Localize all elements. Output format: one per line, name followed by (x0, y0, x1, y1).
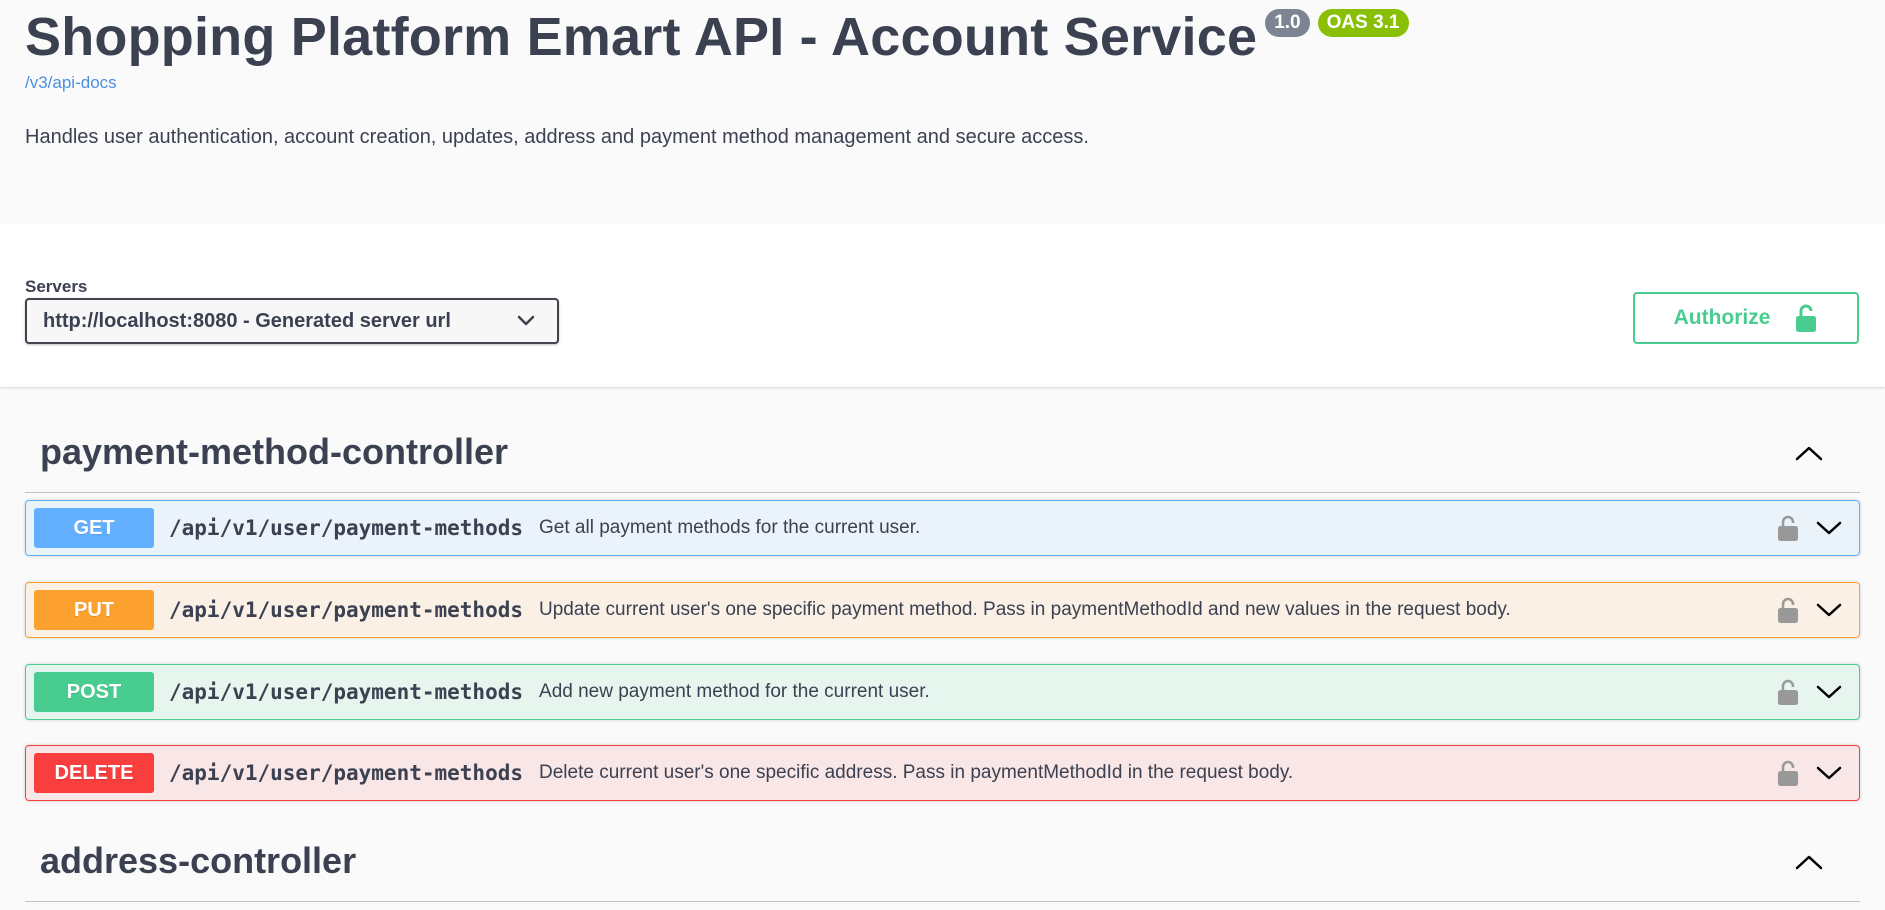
scheme-container: Servers http://localhost:8080 - Generate… (0, 224, 1885, 387)
api-info: Shopping Platform Emart API - Account Se… (0, 0, 1885, 224)
chevron-down-icon[interactable] (1815, 683, 1843, 701)
tag-section-payment-method-controller[interactable]: payment-method-controller (25, 430, 1860, 493)
page-title: Shopping Platform Emart API - Account Se… (25, 7, 1258, 67)
authorize-label: Authorize (1673, 306, 1771, 329)
version-badges: 1.0 OAS 3.1 (1265, 9, 1416, 37)
method-badge-delete: DELETE (34, 753, 154, 793)
operation-get-payment-methods[interactable]: GET /api/v1/user/payment-methods Get all… (25, 500, 1860, 556)
method-badge-get: GET (34, 508, 154, 548)
tag-section-address-controller[interactable]: address-controller (25, 839, 1860, 902)
chevron-down-icon (517, 315, 535, 326)
server-select[interactable]: http://localhost:8080 - Generated server… (25, 298, 559, 344)
unlock-icon[interactable] (1777, 678, 1799, 706)
chevron-down-icon[interactable] (1815, 519, 1843, 537)
operation-delete-payment-methods[interactable]: DELETE /api/v1/user/payment-methods Dele… (25, 745, 1860, 801)
chevron-down-icon[interactable] (1815, 601, 1843, 619)
unlock-icon[interactable] (1777, 514, 1799, 542)
version-badge: 1.0 (1265, 9, 1310, 37)
server-select-value: http://localhost:8080 - Generated server… (43, 309, 451, 332)
unlock-icon[interactable] (1777, 759, 1799, 787)
tag-name: address-controller (40, 840, 357, 881)
operation-path: /api/v1/user/payment-methods (169, 680, 524, 704)
operation-summary: Delete current user's one specific addre… (539, 762, 1294, 783)
operation-put-payment-methods[interactable]: PUT /api/v1/user/payment-methods Update … (25, 582, 1860, 638)
chevron-down-icon[interactable] (1815, 764, 1843, 782)
authorize-button[interactable]: Authorize (1633, 292, 1859, 344)
api-docs-link[interactable]: /v3/api-docs (25, 73, 117, 93)
tag-name: payment-method-controller (40, 431, 509, 472)
operation-path: /api/v1/user/payment-methods (169, 598, 524, 622)
operation-summary: Get all payment methods for the current … (539, 517, 921, 538)
oas-badge: OAS 3.1 (1317, 9, 1409, 37)
operation-path: /api/v1/user/payment-methods (169, 516, 524, 540)
unlock-icon[interactable] (1777, 596, 1799, 624)
method-badge-put: PUT (34, 590, 154, 630)
title-row: Shopping Platform Emart API - Account Se… (25, 6, 1417, 68)
operation-summary: Update current user's one specific payme… (539, 599, 1511, 620)
api-description: Handles user authentication, account cre… (25, 126, 1089, 148)
chevron-up-icon[interactable] (1794, 444, 1824, 462)
operation-path: /api/v1/user/payment-methods (169, 761, 524, 785)
operation-summary: Add new payment method for the current u… (539, 681, 930, 702)
chevron-up-icon[interactable] (1794, 853, 1824, 871)
operation-post-payment-methods[interactable]: POST /api/v1/user/payment-methods Add ne… (25, 664, 1860, 720)
method-badge-post: POST (34, 672, 154, 712)
servers-label: Servers (25, 277, 88, 296)
unlock-icon (1796, 304, 1817, 332)
